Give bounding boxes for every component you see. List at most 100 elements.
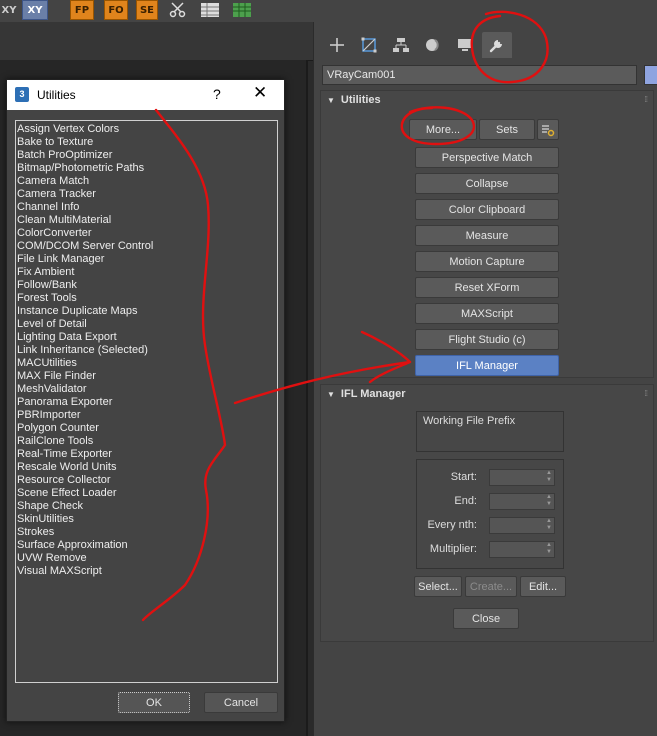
list-item[interactable]: Clean MultiMaterial — [17, 214, 276, 227]
list-item[interactable]: Real-Time Exporter — [17, 448, 276, 461]
multiplier-field-row: Multiplier: ▲ ▼ — [417, 540, 563, 560]
utility-button[interactable]: Color Clipboard — [415, 199, 559, 220]
working-file-prefix-label: Working File Prefix — [423, 415, 516, 427]
list-item[interactable]: Instance Duplicate Maps — [17, 305, 276, 318]
help-icon[interactable]: ? — [213, 86, 221, 102]
every-nth-spinner[interactable]: ▲ ▼ — [489, 517, 555, 534]
more-button[interactable]: More... — [409, 119, 477, 140]
multiplier-spinner[interactable]: ▲ ▼ — [489, 541, 555, 558]
end-field-row: End: ▲ ▼ — [417, 492, 563, 512]
utility-button[interactable]: MAXScript — [415, 303, 559, 324]
select-button[interactable]: Select... — [414, 576, 462, 597]
scissors-icon[interactable] — [166, 0, 190, 20]
list-item[interactable]: Channel Info — [17, 201, 276, 214]
utilities-rollout-header[interactable]: ▼ Utilities — [327, 94, 381, 106]
start-spinner[interactable]: ▲ ▼ — [489, 469, 555, 486]
app-icon: 3 — [15, 87, 29, 102]
list-item[interactable]: COM/DCOM Server Control — [17, 240, 276, 253]
utilities-list[interactable]: Assign Vertex Colors Bake to Texture Batch… — [15, 120, 278, 683]
list-item[interactable]: Scene Effect Loader — [17, 487, 276, 500]
every-nth-field-row: Every nth: ▲ ▼ — [417, 516, 563, 536]
fp-button[interactable]: FP — [70, 0, 94, 20]
list-item[interactable]: ColorConverter — [17, 227, 276, 240]
list-item[interactable]: Fix Ambient — [17, 266, 276, 279]
ifl-rollout-header[interactable]: ▼ IFL Manager — [327, 388, 406, 400]
green-grid-icon[interactable] — [230, 0, 254, 20]
list-item[interactable]: Forest Tools — [17, 292, 276, 305]
xy-axis-button[interactable]: XY — [22, 0, 48, 20]
motion-icon[interactable] — [418, 32, 448, 58]
every-nth-label: Every nth: — [427, 519, 477, 531]
list-item[interactable]: Camera Match — [17, 175, 276, 188]
multiplier-label: Multiplier: — [429, 543, 477, 555]
list-item[interactable]: Strokes — [17, 526, 276, 539]
main-toolbar: XY XY FP FO SE — [0, 0, 657, 22]
hierarchy-icon[interactable] — [386, 32, 416, 58]
list-item[interactable]: Bitmap/Photometric Paths — [17, 162, 276, 175]
list-item[interactable]: MACUtilities — [17, 357, 276, 370]
dialog-title-bar[interactable]: 3 Utilities ? ✕ — [7, 80, 284, 110]
cancel-button[interactable]: Cancel — [204, 692, 278, 713]
list-item[interactable]: SkinUtilities — [17, 513, 276, 526]
utility-button[interactable]: Measure — [415, 225, 559, 246]
list-item[interactable]: Shape Check — [17, 500, 276, 513]
list-item[interactable]: Link Inheritance (Selected) — [17, 344, 276, 357]
command-panel-tabs — [322, 32, 657, 58]
se-button[interactable]: SE — [136, 0, 158, 20]
sets-button[interactable]: Sets — [479, 119, 535, 140]
start-field-row: Start: ▲ ▼ — [417, 468, 563, 488]
utilities-dialog: 3 Utilities ? ✕ Assign Vertex Colors Bake… — [6, 79, 285, 722]
list-item[interactable]: Lighting Data Export — [17, 331, 276, 344]
create-icon[interactable] — [322, 32, 352, 58]
working-file-prefix-group: Working File Prefix — [416, 411, 564, 452]
spreadsheet-icon[interactable] — [198, 0, 222, 20]
end-spinner[interactable]: ▲ ▼ — [489, 493, 555, 510]
utilities-icon[interactable] — [482, 32, 512, 58]
list-item[interactable]: UVW Remove — [17, 552, 276, 565]
list-item[interactable]: PBRImporter — [17, 409, 276, 422]
list-item[interactable]: RailClone Tools — [17, 435, 276, 448]
list-item[interactable]: Resource Collector — [17, 474, 276, 487]
list-item[interactable]: Rescale World Units — [17, 461, 276, 474]
fo-button[interactable]: FO — [104, 0, 128, 20]
utilities-rollout: ▼ Utilities ⁞⁞ More... Sets Perspective M… — [320, 90, 654, 378]
list-item[interactable]: File Link Manager — [17, 253, 276, 266]
configure-sets-icon[interactable] — [537, 119, 559, 140]
list-item[interactable]: Surface Approximation — [17, 539, 276, 552]
list-item[interactable]: Polygon Counter — [17, 422, 276, 435]
dialog-title: Utilities — [37, 88, 76, 102]
list-item[interactable]: Bake to Texture — [17, 136, 276, 149]
modify-icon[interactable] — [354, 32, 384, 58]
utility-button[interactable]: Reset XForm — [415, 277, 559, 298]
create-button[interactable]: Create... — [465, 576, 517, 597]
list-item[interactable]: Level of Detail — [17, 318, 276, 331]
ifl-parameters-group: Start: ▲ ▼ End: ▲ ▼ Every nth: ▲ ▼ Multipli… — [416, 459, 564, 569]
utility-button[interactable]: Motion Capture — [415, 251, 559, 272]
command-panel: VRayCam001 ▼ Utilities ⁞⁞ More... Sets Pe… — [313, 22, 657, 736]
list-item[interactable]: Batch ProOptimizer — [17, 149, 276, 162]
list-item[interactable]: Panorama Exporter — [17, 396, 276, 409]
list-item[interactable]: Follow/Bank — [17, 279, 276, 292]
ifl-manager-rollout: ▼ IFL Manager ⁞⁞ Working File Prefix Star… — [320, 384, 654, 642]
utility-button[interactable]: Flight Studio (c) — [415, 329, 559, 350]
start-label: Start: — [450, 471, 477, 483]
rollout-grip-icon[interactable]: ⁞⁞ — [645, 389, 649, 398]
utility-button[interactable]: Collapse — [415, 173, 559, 194]
list-item[interactable]: MAX File Finder — [17, 370, 276, 383]
ok-button[interactable]: OK — [118, 692, 190, 713]
xy-partial-button[interactable]: XY — [0, 0, 18, 20]
list-item[interactable]: Visual MAXScript — [17, 565, 276, 578]
object-color-swatch[interactable] — [644, 65, 657, 85]
rollout-grip-icon[interactable]: ⁞⁞ — [645, 95, 649, 104]
list-item[interactable]: Assign Vertex Colors — [17, 123, 276, 136]
end-label: End: — [454, 495, 477, 507]
display-icon[interactable] — [450, 32, 480, 58]
list-item[interactable]: Camera Tracker — [17, 188, 276, 201]
utility-button[interactable]: Perspective Match — [415, 147, 559, 168]
close-icon[interactable]: ✕ — [253, 83, 267, 103]
close-button[interactable]: Close — [453, 608, 519, 629]
utility-button[interactable]: IFL Manager — [415, 355, 559, 376]
edit-button[interactable]: Edit... — [520, 576, 566, 597]
list-item[interactable]: MeshValidator — [17, 383, 276, 396]
object-name-field[interactable]: VRayCam001 — [322, 65, 637, 85]
